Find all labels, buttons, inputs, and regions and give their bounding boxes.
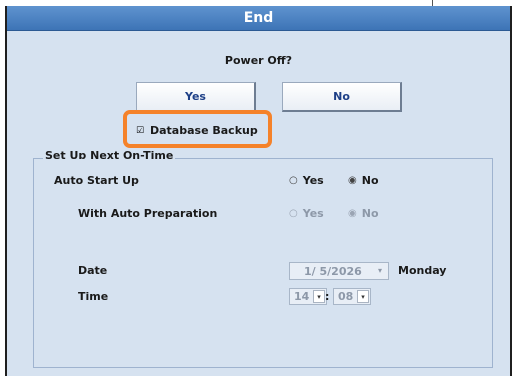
title-bar: End <box>7 6 510 31</box>
auto-preparation-yes-label: Yes <box>302 207 324 220</box>
auto-preparation-no-radio[interactable]: ◉ No <box>348 207 379 220</box>
date-day-name: Monday <box>398 264 447 277</box>
auto-start-up-yes-radio[interactable]: ○ Yes <box>289 174 324 187</box>
window-title: End <box>243 10 274 26</box>
end-dialog: End Power Off? Yes No ☑ Database Backup … <box>5 6 512 376</box>
next-on-time-group <box>33 158 493 368</box>
auto-start-up-label: Auto Start Up <box>54 174 139 187</box>
auto-preparation-yes-radio[interactable]: ○ Yes <box>289 207 324 220</box>
auto-preparation-label: With Auto Preparation <box>78 207 218 220</box>
database-backup-checkbox[interactable]: ☑ Database Backup <box>135 124 258 137</box>
radio-unselected-icon: ○ <box>289 175 298 186</box>
auto-start-up-no-radio[interactable]: ◉ No <box>348 174 379 187</box>
date-value: 1/ 5/2026 <box>304 264 362 278</box>
power-off-prompt: Power Off? <box>224 54 293 67</box>
checkbox-checked-icon[interactable]: ☑ <box>135 126 145 136</box>
radio-unselected-icon: ○ <box>289 208 298 219</box>
hour-select[interactable]: 14 ▾ <box>289 288 327 305</box>
time-separator: : <box>325 290 330 303</box>
database-backup-label: Database Backup <box>150 124 258 137</box>
no-button[interactable]: No <box>282 82 402 112</box>
spin-down-icon[interactable]: ▾ <box>375 266 385 276</box>
hour-value: 14 <box>294 290 310 303</box>
minute-value: 08 <box>338 290 354 303</box>
time-label: Time <box>78 290 109 303</box>
auto-start-up-yes-label: Yes <box>302 174 324 187</box>
radio-selected-icon: ◉ <box>348 175 357 186</box>
next-on-time-group-title: Set Up Next On-Time <box>43 150 176 159</box>
date-label: Date <box>78 264 108 277</box>
auto-preparation-no-label: No <box>361 207 379 220</box>
date-picker[interactable]: 1/ 5/2026 ▾ <box>289 262 389 280</box>
chevron-down-icon[interactable]: ▾ <box>313 290 325 303</box>
chevron-down-icon[interactable]: ▾ <box>357 290 369 303</box>
yes-button[interactable]: Yes <box>136 82 256 112</box>
auto-start-up-no-label: No <box>361 174 379 187</box>
minute-select[interactable]: 08 ▾ <box>333 288 371 305</box>
radio-selected-icon: ◉ <box>348 208 357 219</box>
